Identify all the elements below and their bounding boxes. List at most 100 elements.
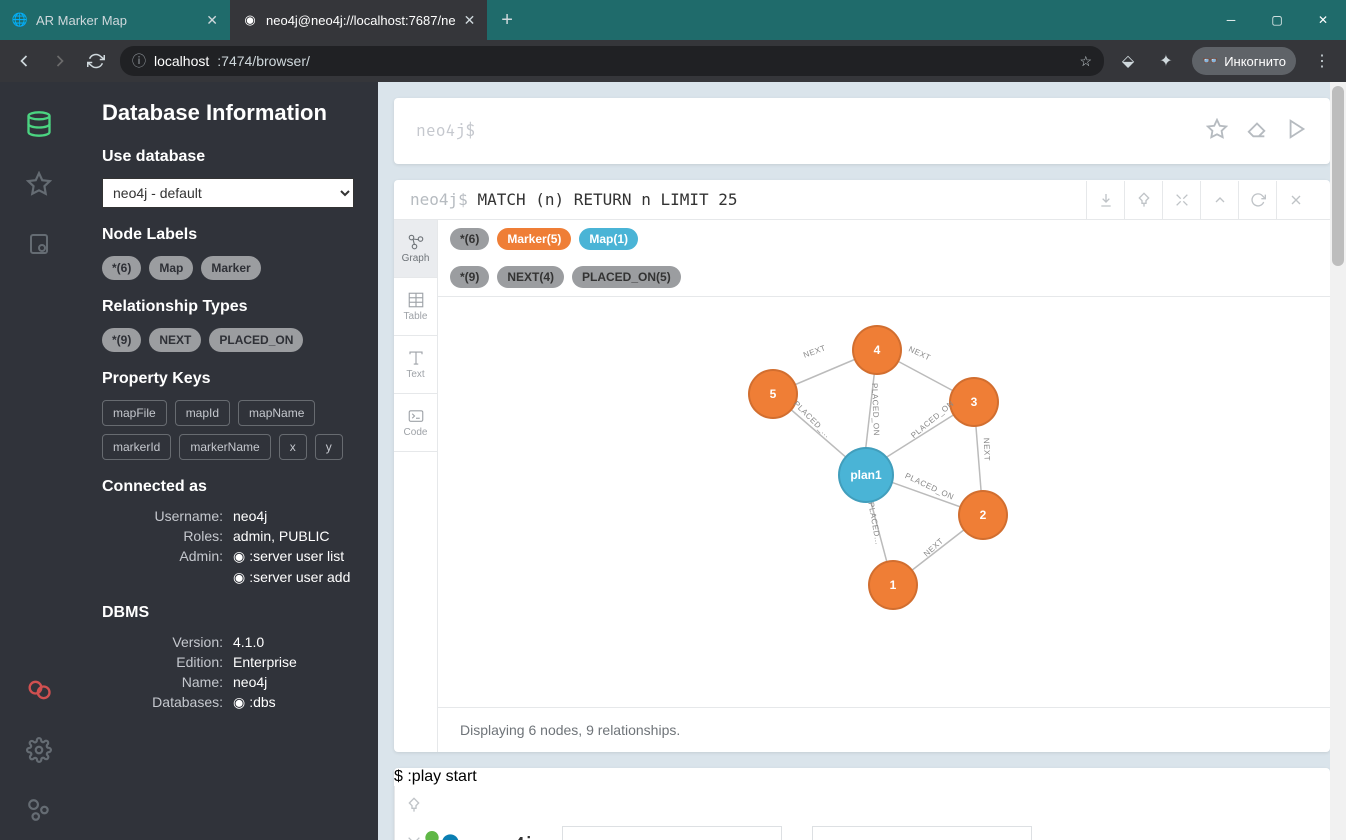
about-icon[interactable]: [17, 780, 61, 840]
pin-icon[interactable]: [1124, 181, 1162, 219]
edge-label: NEXT: [982, 438, 992, 462]
download-icon[interactable]: [1086, 181, 1124, 219]
version-label: Version:: [102, 634, 223, 650]
jump-into-code-card[interactable]: Jump into code Use Cypher, the graph que…: [812, 826, 1032, 840]
tag-all-nodes[interactable]: *(6): [450, 228, 489, 250]
edge-label: PLACED_ON: [870, 383, 881, 436]
neo4j-logo: neo4j: [422, 826, 532, 840]
graph-node[interactable]: 2: [958, 490, 1008, 540]
result-status: Displaying 6 nodes, 9 relationships.: [438, 707, 1330, 752]
graph-visualization[interactable]: plan145321NEXTNEXTNEXTNEXTPLACED_ONPLACE…: [438, 297, 1330, 707]
scrollbar-thumb[interactable]: [1332, 86, 1344, 266]
rel-type-next[interactable]: NEXT: [149, 328, 201, 352]
fullscreen-icon[interactable]: [1162, 181, 1200, 219]
prop-key[interactable]: markerId: [102, 434, 171, 460]
node-label-map[interactable]: Map: [149, 256, 193, 280]
tag-next[interactable]: NEXT(4): [497, 266, 564, 288]
databases-label: Databases:: [102, 694, 223, 711]
version-value: 4.1.0: [233, 634, 354, 650]
favorites-icon[interactable]: [17, 154, 61, 214]
neo4j-favicon-icon: ◉: [242, 12, 258, 28]
tag-all-rels[interactable]: *(9): [450, 266, 489, 288]
prop-key[interactable]: mapName: [238, 400, 315, 426]
name-value: neo4j: [233, 674, 354, 690]
forward-button[interactable]: [48, 49, 72, 73]
url-path: :7474/browser/: [217, 53, 310, 69]
url-input[interactable]: ⓘ localhost :7474/browser/ ☆: [120, 46, 1104, 76]
rerun-icon[interactable]: [1238, 181, 1276, 219]
username-label: Username:: [102, 508, 223, 524]
edition-label: Edition:: [102, 654, 223, 670]
rel-type-placed-on[interactable]: PLACED_ON: [209, 328, 303, 352]
node-label-marker[interactable]: Marker: [201, 256, 260, 280]
incognito-badge[interactable]: 👓 Инкогнито: [1192, 47, 1296, 75]
graph-node[interactable]: plan1: [838, 447, 894, 503]
editor-prompt[interactable]: neo4j$: [416, 121, 475, 141]
url-host: localhost: [154, 53, 209, 69]
graph-node[interactable]: 4: [852, 325, 902, 375]
rel-type-all[interactable]: *(9): [102, 328, 141, 352]
erase-icon[interactable]: [1246, 118, 1268, 145]
play-code-line: $ :play start: [394, 768, 477, 785]
learn-about-card[interactable]: Learn about Neo4j: [562, 826, 782, 840]
new-tab-button[interactable]: +: [487, 0, 527, 40]
node-label-all[interactable]: *(6): [102, 256, 141, 280]
menu-icon[interactable]: ⋮: [1310, 49, 1334, 73]
browser-tab[interactable]: 🌐 AR Marker Map ✕: [0, 0, 230, 40]
prop-key[interactable]: mapId: [175, 400, 230, 426]
close-button[interactable]: ✕: [1300, 0, 1346, 40]
browser-tab-active[interactable]: ◉ neo4j@neo4j://localhost:7687/ne ✕: [230, 0, 487, 40]
tab-close-icon[interactable]: ✕: [206, 12, 218, 29]
view-tab-graph[interactable]: Graph: [394, 220, 437, 278]
view-tab-table[interactable]: Table: [394, 278, 437, 336]
tag-map[interactable]: Map(1): [579, 228, 638, 250]
database-select[interactable]: neo4j - default: [102, 178, 354, 208]
back-button[interactable]: [12, 49, 36, 73]
graph-node[interactable]: 1: [868, 560, 918, 610]
tab-title: neo4j@neo4j://localhost:7687/ne: [266, 13, 456, 28]
use-database-heading: Use database: [102, 148, 354, 166]
database-icon[interactable]: [17, 94, 61, 154]
view-tab-code[interactable]: Code: [394, 394, 437, 452]
documents-icon[interactable]: [17, 214, 61, 274]
databases-value[interactable]: ◉:dbs: [233, 694, 354, 711]
favorite-icon[interactable]: [1206, 118, 1228, 145]
site-info-icon[interactable]: ⓘ: [132, 51, 146, 71]
roles-value: admin, PUBLIC: [233, 528, 354, 544]
admin-cmd[interactable]: ◉:server user add: [233, 569, 354, 586]
view-tab-text[interactable]: Text: [394, 336, 437, 394]
username-value: neo4j: [233, 508, 354, 524]
close-icon[interactable]: [1276, 181, 1314, 219]
extensions-icon[interactable]: ✦: [1154, 49, 1178, 73]
minimize-button[interactable]: ─: [1208, 0, 1254, 40]
query-result-frame: neo4j$ MATCH (n) RETURN n LIMIT 25 Graph…: [394, 180, 1330, 752]
cypher-editor-card: neo4j$: [394, 98, 1330, 164]
extension-icon[interactable]: ⬙: [1116, 49, 1140, 73]
cloud-sync-icon[interactable]: [17, 660, 61, 720]
graph-node[interactable]: 3: [949, 377, 999, 427]
settings-icon[interactable]: [17, 720, 61, 780]
tab-close-icon[interactable]: ✕: [464, 12, 476, 29]
main-stream: neo4j$ neo4j$ MATCH (n) RETURN n LIMIT 2…: [378, 82, 1346, 840]
maximize-button[interactable]: ▢: [1254, 0, 1300, 40]
graph-node[interactable]: 5: [748, 369, 798, 419]
prop-key[interactable]: mapFile: [102, 400, 167, 426]
prop-key[interactable]: y: [315, 434, 343, 460]
play-icon: ◉: [233, 694, 245, 710]
browser-address-bar: ⓘ localhost :7474/browser/ ☆ ⬙ ✦ 👓 Инкогн…: [0, 40, 1346, 82]
connected-as-heading: Connected as: [102, 478, 354, 496]
name-label: Name:: [102, 674, 223, 690]
admin-cmd[interactable]: ◉:server user list: [233, 548, 354, 565]
scrollbar[interactable]: [1330, 82, 1346, 840]
prop-key[interactable]: markerName: [179, 434, 270, 460]
edition-value: Enterprise: [233, 654, 354, 670]
run-icon[interactable]: [1286, 118, 1308, 145]
tag-marker[interactable]: Marker(5): [497, 228, 571, 250]
collapse-icon[interactable]: [1200, 181, 1238, 219]
prop-key[interactable]: x: [279, 434, 307, 460]
graph-pane: *(6) Marker(5) Map(1) *(9) NEXT(4) PLACE…: [438, 220, 1330, 752]
tag-placed-on[interactable]: PLACED_ON(5): [572, 266, 681, 288]
reload-button[interactable]: [84, 49, 108, 73]
incognito-icon: 👓: [1202, 53, 1218, 69]
bookmark-star-icon[interactable]: ☆: [1079, 53, 1092, 70]
